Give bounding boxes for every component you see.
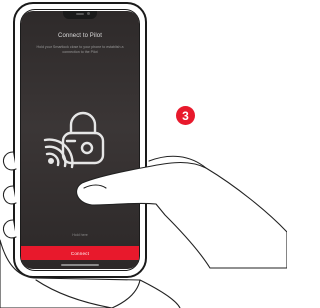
connect-button[interactable]: Connect xyxy=(21,246,139,260)
screen-title: Connect to Pilot xyxy=(58,33,102,39)
camera-icon xyxy=(87,12,90,15)
phone-notch xyxy=(63,11,97,19)
lock-illustration xyxy=(43,111,119,177)
step-number-badge: 3 xyxy=(176,106,195,125)
illustration: Connect to Pilot Hold your Smartlock clo… xyxy=(0,0,287,308)
speaker-icon xyxy=(76,13,84,15)
phone-screen: Connect to Pilot Hold your Smartlock clo… xyxy=(21,11,139,269)
right-hand-back xyxy=(148,155,207,169)
left-hand-wrist xyxy=(139,279,181,308)
screen-caption: Hold here xyxy=(72,233,88,237)
screen-instructions: Hold your Smartlock close to your phone … xyxy=(36,45,124,54)
padlock-icon xyxy=(61,111,105,165)
left-hand-thumb-base xyxy=(35,279,113,308)
home-indicator xyxy=(61,264,99,266)
